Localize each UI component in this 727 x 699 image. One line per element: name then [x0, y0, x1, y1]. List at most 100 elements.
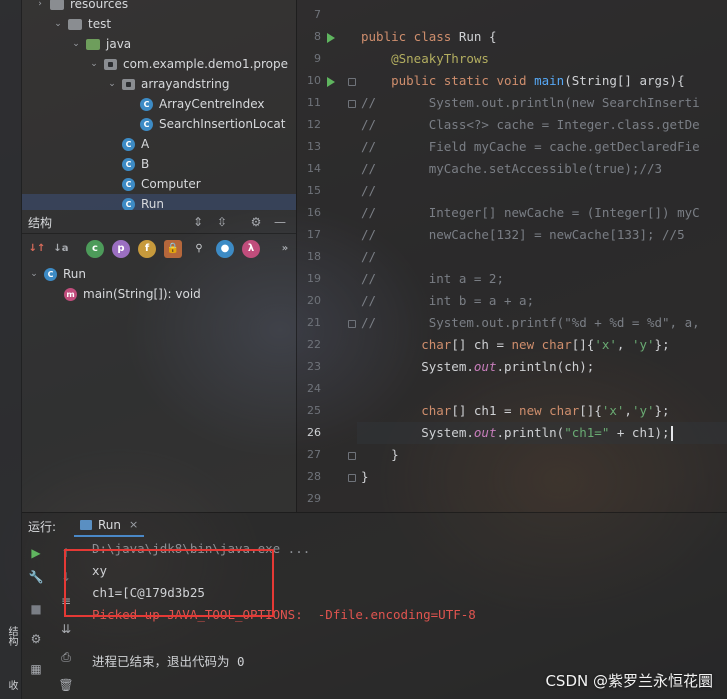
- code-line[interactable]: }: [361, 466, 369, 488]
- gear-icon[interactable]: ⚙: [248, 214, 264, 230]
- code-token: []{: [571, 337, 595, 352]
- fold-marker-icon[interactable]: [348, 78, 356, 86]
- line-number: 17: [307, 228, 321, 241]
- lambdas-icon[interactable]: λ: [242, 240, 260, 258]
- code-line[interactable]: //: [361, 246, 376, 268]
- tree-item-java[interactable]: ⌄ java: [22, 34, 296, 54]
- tree-item-a[interactable]: CA: [22, 134, 296, 154]
- code-line[interactable]: // System.out.printf("%d + %d = %d", a,: [361, 312, 700, 334]
- run-gutter-icon[interactable]: [327, 33, 335, 43]
- code-token: (String[] args){: [564, 73, 685, 88]
- code-line[interactable]: // Integer[] newCache = (Integer[]) myC: [361, 202, 700, 224]
- code-line[interactable]: System.out.println(ch);: [361, 356, 594, 378]
- structure-class-node[interactable]: ⌄ C Run: [28, 264, 86, 284]
- tree-item-test[interactable]: ⌄ test: [22, 14, 296, 34]
- line-number: 27: [307, 448, 321, 461]
- inherited-icon[interactable]: c: [86, 240, 104, 258]
- tree-item-arrayandstring[interactable]: ⌄ arrayandstring: [22, 74, 296, 94]
- code-line[interactable]: // System.out.println(new SearchInserti: [361, 92, 700, 114]
- sort-by-type-icon[interactable]: ↓↑: [28, 240, 46, 258]
- wrench-icon[interactable]: 🔧: [28, 569, 44, 585]
- code-line[interactable]: }: [361, 444, 399, 466]
- code-line[interactable]: // Class<?> cache = Integer.class.getDe: [361, 114, 700, 136]
- run-gutter-icon[interactable]: [327, 77, 335, 87]
- gear-run-icon[interactable]: ⚙: [28, 631, 44, 647]
- class-icon: C: [122, 177, 135, 191]
- code-line[interactable]: @SneakyThrows: [361, 48, 489, 70]
- tree-item-run[interactable]: C Run: [22, 194, 296, 210]
- code-line[interactable]: //: [361, 180, 376, 202]
- show-fields-icon[interactable]: f: [138, 240, 156, 258]
- code-token: 'x': [601, 403, 625, 418]
- console-line: xy: [92, 563, 108, 578]
- code-token: "ch1=": [564, 425, 610, 440]
- tree-item-arraycentreindex[interactable]: C ArrayCentreIndex: [22, 94, 296, 114]
- show-properties-icon[interactable]: p: [112, 240, 130, 258]
- run-tab[interactable]: Run ×: [74, 513, 145, 537]
- code-token: public static void: [361, 73, 535, 88]
- code-line[interactable]: char[] ch1 = new char[]{'x','y'};: [361, 400, 670, 422]
- folder-icon: [68, 18, 82, 30]
- code-line[interactable]: // myCache.setAccessible(true);//3: [361, 158, 662, 180]
- sort-alpha-icon[interactable]: ↓a: [52, 240, 70, 258]
- tree-item-com-example-demo1-prope[interactable]: ⌄ com.example.demo1.prope: [22, 54, 296, 74]
- chevron-icon[interactable]: ⌄: [52, 19, 64, 29]
- hide-icon[interactable]: —: [272, 214, 288, 230]
- print-icon[interactable]: ⎙: [58, 649, 74, 665]
- code-editor[interactable]: 7 8 9 10 11 12 13 14 15 16 17 18 19 20 21 22 23 24 25 26 27 2…: [296, 0, 727, 512]
- line-number: 21: [307, 316, 321, 329]
- rerun-icon[interactable]: ▶: [28, 545, 44, 561]
- soft-wrap-icon[interactable]: ≡: [58, 593, 74, 609]
- code-line[interactable]: public class Run {: [361, 26, 496, 48]
- code-line[interactable]: public static void main(String[] args){: [361, 70, 685, 92]
- code-line[interactable]: // int a = 2;: [361, 268, 504, 290]
- chevron-icon[interactable]: ⌄: [106, 79, 118, 89]
- fold-marker-icon[interactable]: [348, 474, 356, 482]
- layout-icon[interactable]: ▦: [28, 661, 44, 677]
- fold-marker-icon[interactable]: [348, 452, 356, 460]
- tree-item-searchinsertionlocat[interactable]: C SearchInsertionLocat: [22, 114, 296, 134]
- structure-side-tab[interactable]: 结构: [3, 626, 19, 646]
- tree-item-b[interactable]: CB: [22, 154, 296, 174]
- code-token: out: [473, 359, 497, 374]
- tree-item-computer[interactable]: C Computer: [22, 174, 296, 194]
- code-token: char: [361, 337, 452, 352]
- code-line[interactable]: // Field myCache = cache.getDeclaredFie: [361, 136, 700, 158]
- close-icon[interactable]: ×: [129, 518, 138, 531]
- code-area[interactable]: public class Run { @SneakyThrows public …: [357, 0, 727, 512]
- code-line[interactable]: // int b = a + a;: [361, 290, 534, 312]
- hierarchy-icon[interactable]: ⚲: [190, 240, 208, 258]
- code-line[interactable]: System.out.println("ch1=" + ch1);: [357, 422, 727, 444]
- line-number: 7: [314, 8, 321, 21]
- favorites-side-tab[interactable]: 收: [3, 680, 19, 690]
- code-token: };: [654, 403, 670, 418]
- tree-item-resources[interactable]: › resources: [22, 0, 296, 14]
- chevron-down-icon[interactable]: ⌄: [28, 269, 40, 279]
- trash-icon[interactable]: 🗑: [58, 677, 74, 693]
- code-line[interactable]: // newCache[132] = newCache[133]; //5: [361, 224, 685, 246]
- scroll-to-end-icon[interactable]: ⇊: [58, 621, 74, 637]
- structure-panel: 结构 ⇕ ⇳ ⚙ — ↓↑ ↓a c p f 🔒 ⚲ ● λ » ⌄ C Run…: [22, 210, 296, 512]
- scroll-up-icon[interactable]: ↑: [58, 545, 74, 561]
- fold-marker-icon[interactable]: [348, 100, 356, 108]
- code-token: []{: [579, 403, 602, 418]
- more-icon[interactable]: »: [276, 240, 294, 258]
- code-token: }: [361, 447, 399, 462]
- text-caret: [670, 426, 673, 441]
- collapse-all-icon[interactable]: ⇳: [214, 214, 230, 230]
- stop-icon[interactable]: ■: [28, 601, 44, 617]
- folder-icon: [86, 38, 100, 50]
- code-line[interactable]: char[] ch = new char[]{'x', 'y'};: [361, 334, 669, 356]
- chevron-icon[interactable]: ⌄: [88, 59, 100, 69]
- fold-marker-icon[interactable]: [348, 320, 356, 328]
- show-non-public-icon[interactable]: 🔒: [164, 240, 182, 258]
- package-icon: [122, 78, 135, 90]
- tree-item-label: arrayandstring: [141, 77, 230, 91]
- chevron-icon[interactable]: ›: [34, 0, 46, 9]
- structure-method-node[interactable]: m main(String[]): void: [64, 284, 201, 304]
- chevron-icon[interactable]: ⌄: [70, 39, 82, 49]
- anonymous-classes-icon[interactable]: ●: [216, 240, 234, 258]
- scroll-down-icon[interactable]: ↓: [58, 569, 74, 585]
- console-line: D:\java\jdk8\bin\java.exe ...: [92, 541, 311, 556]
- expand-all-icon[interactable]: ⇕: [190, 214, 206, 230]
